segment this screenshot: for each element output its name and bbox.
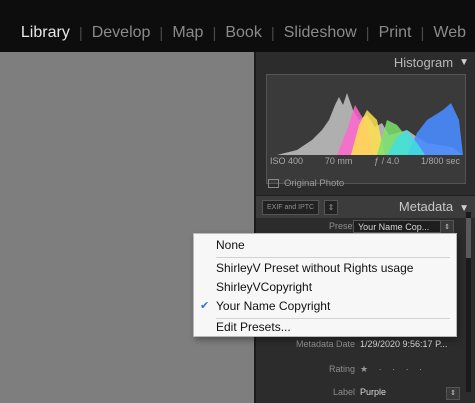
label-value[interactable]: Purple [360,387,386,397]
iso-value: ISO 400 [270,156,304,166]
original-photo-label: Original Photo [284,178,345,189]
module-library[interactable]: Library [12,24,79,42]
menu-item-your-name-copyright[interactable]: ✔ Your Name Copyright [194,297,456,316]
metadata-view-select[interactable]: EXIF and IPTC [262,200,320,215]
menu-item-label: Your Name Copyright [216,299,331,313]
rating-stars[interactable]: ★ · · · · [360,364,426,375]
rating-label: Rating [328,364,355,374]
image-viewer[interactable] [0,52,254,403]
histogram-header[interactable]: Histogram ▼ [256,52,475,72]
module-develop[interactable]: Develop [83,24,160,42]
scrollbar-thumb[interactable] [466,218,471,258]
menu-item-shirleyv-preset-without-rights[interactable]: ShirleyV Preset without Rights usage [194,259,456,278]
shutter-speed: 1/800 sec [420,156,460,166]
module-bar: Library | Develop | Map | Book | Slidesh… [0,0,475,52]
metadata-title-text: Metadata [398,199,454,214]
histogram-title: Histogram [393,54,454,70]
label-label: Label [332,387,355,397]
module-book[interactable]: Book [216,24,270,42]
histogram-info: ISO 400 70 mm ƒ / 4.0 1/800 sec [266,156,464,166]
module-web[interactable]: Web [424,24,475,42]
right-panel: Histogram ▼ ISO 400 70 mm ƒ / 4.0 1/800 … [254,52,475,403]
rating-row: Rating ★ · · · · [256,364,475,380]
menu-item-none[interactable]: None [194,236,456,255]
metadata-view-arrow-icon[interactable]: ⇕ [324,200,338,215]
aperture-value: ƒ / 4.0 [374,156,400,166]
label-row: Label Purple ⇕ [256,387,475,403]
histogram-chart-icon [277,93,463,155]
panel-scrollbar[interactable] [466,212,471,392]
histogram-graph[interactable] [266,74,466,184]
checkbox-icon[interactable] [268,179,279,188]
checkmark-icon: ✔ [200,300,210,312]
preset-dropdown-menu: None ShirleyV Preset without Rights usag… [193,233,457,337]
preset-select[interactable]: Your Name Cop... [353,220,443,233]
metadata-header: EXIF and IPTC ⇕ Metadata ▼ [256,195,475,218]
collapse-triangle-icon[interactable]: ▼ [459,57,469,68]
metadata-date-row: Metadata Date 1/29/2020 9:56:17 P... [256,339,475,355]
metadata-date-value: 1/29/2020 9:56:17 P... [360,339,448,349]
preset-label: Preset [328,221,355,231]
module-print[interactable]: Print [370,24,421,42]
menu-divider [216,257,450,258]
module-map[interactable]: Map [163,24,212,42]
original-photo-toggle[interactable]: Original Photo [268,178,344,189]
label-arrow-icon[interactable]: ⇕ [446,387,460,400]
menu-item-edit-presets[interactable]: Edit Presets... [194,318,456,337]
metadata-date-label: Metadata Date [295,339,355,349]
module-picker: Library | Develop | Map | Book | Slidesh… [0,22,475,44]
menu-item-shirleyv-copyright[interactable]: ShirleyVCopyright [194,278,456,297]
focal-length: 70 mm [324,156,353,166]
module-slideshow[interactable]: Slideshow [275,24,366,42]
metadata-title[interactable]: Metadata ▼ [399,199,469,214]
